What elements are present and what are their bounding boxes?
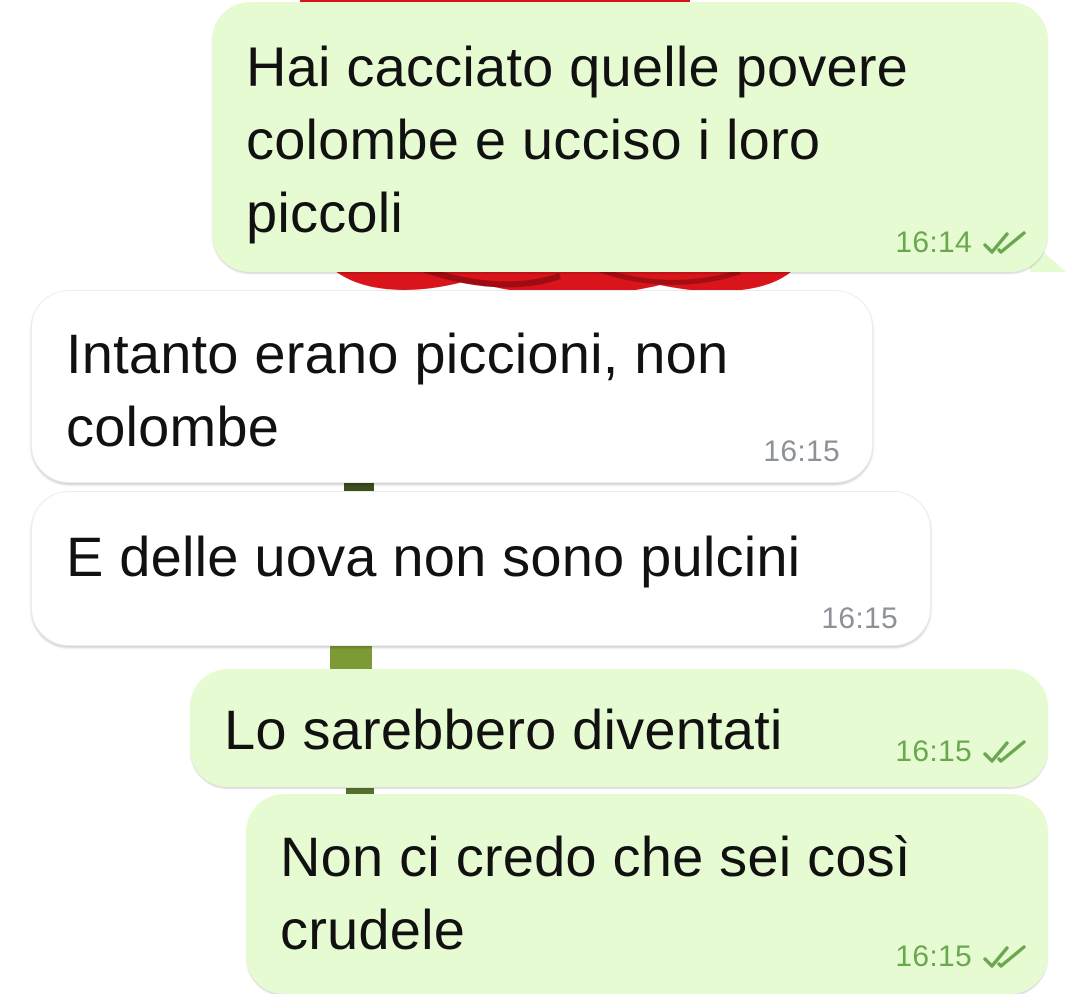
message-bubble-outgoing[interactable]: Lo sarebbero diventati 16:15 — [190, 669, 1048, 787]
message-time: 16:15 — [895, 735, 972, 768]
message-meta: 16:15 — [895, 737, 1028, 767]
message-text: Intanto erano piccioni, non colombe — [66, 322, 729, 458]
message-bubble-incoming[interactable]: E delle uova non sono pulcini 16:15 — [31, 491, 931, 646]
message-time: 16:15 — [895, 940, 972, 973]
message-bubble-incoming[interactable]: Intanto erano piccioni, non colombe 16:1… — [31, 290, 873, 483]
message-text: Hai cacciato quelle povere colombe e ucc… — [246, 35, 909, 244]
message-meta: 16:15 — [763, 437, 840, 467]
message-time: 16:14 — [895, 226, 972, 259]
read-double-check-icon — [983, 740, 1026, 763]
message-meta: 16:15 — [821, 604, 898, 634]
message-meta: 16:14 — [895, 228, 1028, 258]
message-meta: 16:15 — [895, 942, 1028, 972]
message-time: 16:15 — [821, 602, 898, 635]
read-double-check-icon — [983, 945, 1026, 968]
message-bubble-outgoing[interactable]: Non ci credo che sei così crudele 16:15 — [246, 794, 1048, 994]
message-text: Non ci credo che sei così crudele — [280, 825, 911, 961]
message-time: 16:15 — [763, 435, 840, 468]
message-text: E delle uova non sono pulcini — [66, 525, 801, 588]
message-bubble-outgoing[interactable]: Hai cacciato quelle povere colombe e ucc… — [212, 2, 1048, 272]
read-double-check-icon — [983, 231, 1026, 254]
message-text: Lo sarebbero diventati — [224, 698, 783, 761]
